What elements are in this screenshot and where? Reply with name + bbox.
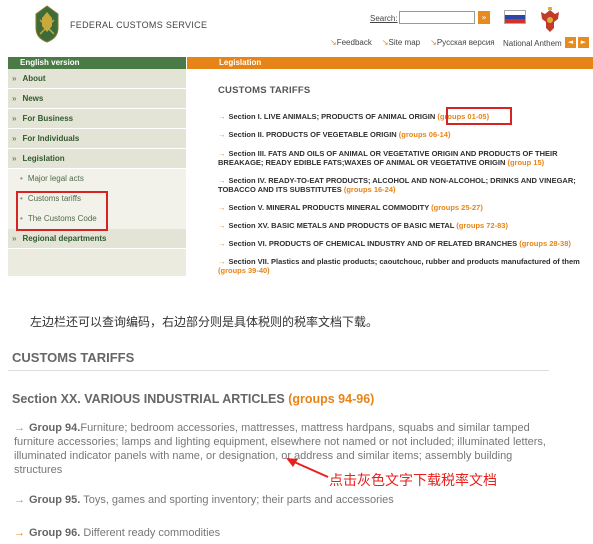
- page-title: CUSTOMS TARIFFS: [218, 85, 311, 96]
- annotation-arrow-icon: [286, 458, 329, 478]
- anthem-prev-button[interactable]: ◄: [565, 37, 576, 48]
- section-link[interactable]: → Section VI. PRODUCTS OF CHEMICAL INDUST…: [218, 239, 588, 248]
- section-link[interactable]: → Section II. PRODUCTS OF VEGETABLE ORIGI…: [218, 130, 588, 139]
- arrow-right-icon: →: [218, 130, 226, 139]
- customs-emblem-icon: [35, 5, 59, 43]
- chevron-right-icon: »: [12, 74, 17, 83]
- chevron-right-icon: »: [12, 114, 17, 123]
- arrow-right-icon: →: [218, 112, 226, 121]
- arrow-right-icon: →: [218, 221, 226, 230]
- chevron-right-icon: »: [12, 154, 17, 163]
- section-link[interactable]: → Section VII. Plastics and plastic produ…: [218, 257, 588, 275]
- arrow-right-icon: →: [14, 527, 25, 539]
- zoom-section-heading: Section XX. VARIOUS INDUSTRIAL ARTICLES …: [12, 392, 375, 406]
- site-header: FEDERAL CUSTOMS SERVICE Search: » ↘Feedb…: [0, 0, 593, 56]
- arrow-right-icon: →: [218, 257, 226, 266]
- double-eagle-icon: [541, 7, 559, 32]
- bullet-icon: •: [20, 174, 23, 183]
- chevron-right-icon: »: [12, 234, 17, 243]
- site-title: FEDERAL CUSTOMS SERVICE: [70, 20, 208, 30]
- section-link[interactable]: → Section XV. BASIC METALS AND PRODUCTS O…: [218, 221, 588, 230]
- group-95-link[interactable]: → Group 95. Toys, games and sporting inve…: [14, 493, 554, 507]
- sidebar-item-news[interactable]: » News: [8, 89, 186, 109]
- sidebar-item-for-individuals[interactable]: » For Individuals: [8, 129, 186, 149]
- sidebar-header: English version: [8, 57, 186, 69]
- search-label: Search:: [370, 14, 398, 23]
- arrow-right-icon: →: [218, 239, 226, 248]
- zoom-title: CUSTOMS TARIFFS: [12, 350, 135, 365]
- top-links: ↘Feedback ↘Site map ↘Русская версия: [330, 38, 495, 47]
- chevron-right-icon: »: [12, 134, 17, 143]
- russian-flag-icon[interactable]: [504, 10, 526, 24]
- search-go-button[interactable]: »: [478, 11, 490, 24]
- sidebar-item-regional-departments[interactable]: » Regional departments: [8, 229, 186, 249]
- feedback-link[interactable]: ↘Feedback: [330, 38, 372, 47]
- highlight-box-sidebar: [16, 191, 108, 231]
- chevron-right-icon: »: [12, 94, 17, 103]
- sidebar-item-legislation[interactable]: » Legislation: [8, 149, 186, 169]
- sidebar-item-about[interactable]: » About: [8, 69, 186, 89]
- arrow-right-icon: →: [14, 494, 25, 506]
- sidebar-item-for-business[interactable]: » For Business: [8, 109, 186, 129]
- section-link[interactable]: → Section V. MINERAL PRODUCTS MINERAL COM…: [218, 203, 588, 212]
- annotation-text: 点击灰色文字下载税率文档: [329, 473, 497, 489]
- russian-version-link[interactable]: ↘Русская версия: [430, 38, 495, 47]
- search-input[interactable]: [399, 11, 475, 24]
- main-panel: [187, 69, 593, 281]
- divider: [8, 370, 549, 371]
- section-link[interactable]: → Section IV. READY-TO-EAT PRODUCTS; ALCO…: [218, 176, 588, 194]
- group-96-link[interactable]: → Group 96. Different ready commodities: [14, 526, 554, 540]
- arrow-right-icon: →: [218, 149, 226, 158]
- national-anthem-label: National Anthem: [503, 39, 562, 48]
- sidebar-subitem-major-legal-acts[interactable]: • Major legal acts: [8, 169, 186, 189]
- section-link[interactable]: → Section III. FATS AND OILS OF ANIMAL OR…: [218, 149, 588, 167]
- anthem-next-button[interactable]: ►: [578, 37, 589, 48]
- arrow-right-icon: →: [14, 422, 25, 434]
- section-link[interactable]: → Section I. LIVE ANIMALS; PRODUCTS OF AN…: [218, 112, 588, 121]
- arrow-right-icon: →: [218, 176, 226, 185]
- arrow-right-icon: →: [218, 203, 226, 212]
- main-header: Legislation: [187, 57, 593, 69]
- site-map-link[interactable]: ↘Site map: [382, 38, 420, 47]
- caption-text: 左边栏还可以查询编码，右边部分则是具体税则的税率文档下载。: [30, 315, 379, 329]
- highlight-box-groups: [446, 107, 512, 125]
- sidebar: English version » About » News » For Busine…: [8, 57, 186, 276]
